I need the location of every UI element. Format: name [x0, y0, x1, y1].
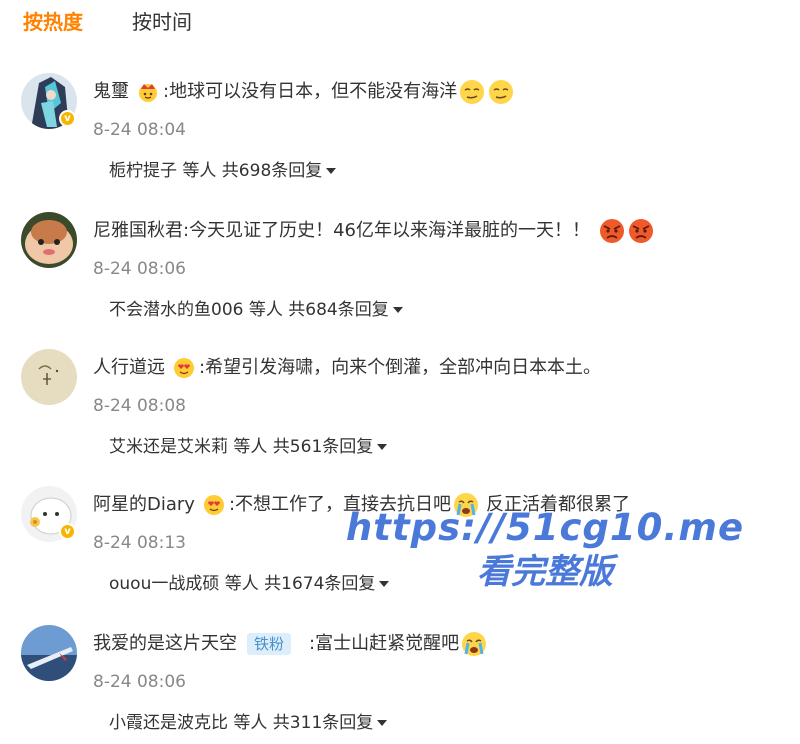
comment-text: :地球可以没有日本，但不能没有海洋: [163, 81, 458, 102]
caret-down-icon: [379, 581, 390, 587]
caret-down-icon: [326, 168, 337, 174]
comment-time: 8-24 08:13: [93, 533, 186, 553]
comment-line: 鬼璽 :地球可以没有日本，但不能没有海洋: [93, 76, 515, 108]
heart-eyes-emoji-icon: [174, 358, 194, 378]
username[interactable]: 我爱的是这片天空: [93, 628, 237, 660]
comment-text: :希望引发海啸，向来个倒灌，全部冲向日本本土。: [199, 357, 602, 378]
replies-toggle[interactable]: ouou一战成硕 等人 共1674条回复: [109, 572, 390, 596]
caret-down-icon: [392, 307, 403, 313]
caret-down-icon: [377, 444, 388, 450]
comment-item: 我爱的是这片天空 铁粉 :富士山赶紧觉醒吧 8-24 08:06 小霞还是波克比…: [0, 625, 800, 744]
replies-toggle[interactable]: 艾米还是艾米莉 等人 共561条回复: [109, 435, 388, 459]
avatar-image: [21, 212, 77, 268]
verified-icon: v: [59, 110, 76, 127]
avatar[interactable]: [21, 625, 77, 681]
replies-summary: 艾米还是艾米莉 等人 共561条回复: [109, 437, 374, 457]
comment-time: 8-24 08:04: [93, 120, 186, 140]
tab-sort-by-hot[interactable]: 按热度: [23, 8, 83, 36]
comment-text: :今天见证了历史！46亿年以来海洋最脏的一天！！: [183, 220, 590, 241]
username[interactable]: 尼雅国秋君: [93, 215, 183, 247]
crown-emoji-icon: [139, 84, 157, 102]
comment-time: 8-24 08:06: [93, 259, 186, 279]
heart-eyes-emoji-icon: [203, 495, 224, 515]
smirk-emoji-icon: [460, 80, 485, 104]
avatar[interactable]: [21, 349, 77, 405]
replies-summary: 不会潜水的鱼006 等人 共684条回复: [109, 300, 389, 320]
verified-icon: v: [59, 523, 76, 540]
comment-line: 阿星的Diary :不想工作了，直接去抗日吧 反正活着都很累了: [93, 489, 630, 521]
avatar[interactable]: [21, 212, 77, 268]
comment-time: 8-24 08:08: [93, 396, 186, 416]
replies-summary: 小霞还是波克比 等人 共311条回复: [109, 713, 374, 733]
comment-text-continued: 反正活着都很累了: [486, 494, 631, 515]
comment-text: :富士山赶紧觉醒吧: [309, 633, 460, 654]
angry-emoji-icon: [599, 219, 624, 243]
comment-item: v 鬼璽 :地球可以没有日本，但不能没有海洋 8-24 08:04 栀柠提子 等…: [0, 73, 800, 203]
comment-time: 8-24 08:06: [93, 672, 186, 692]
sort-tabs: 按热度 按时间: [23, 8, 192, 36]
comment-line: 我爱的是这片天空 铁粉 :富士山赶紧觉醒吧: [93, 628, 488, 660]
angry-emoji-icon: [628, 219, 653, 243]
replies-toggle[interactable]: 小霞还是波克比 等人 共311条回复: [109, 711, 388, 735]
replies-summary: ouou一战成硕 等人 共1674条回复: [109, 574, 376, 594]
comment-line: 尼雅国秋君 :今天见证了历史！46亿年以来海洋最脏的一天！！: [93, 215, 655, 247]
smirk-emoji-icon: [489, 80, 514, 104]
comment-item: 尼雅国秋君 :今天见证了历史！46亿年以来海洋最脏的一天！！ 8-24 08:0…: [0, 212, 800, 342]
username[interactable]: 人行道远: [93, 352, 165, 384]
username[interactable]: 阿星的Diary: [93, 489, 195, 521]
username[interactable]: 鬼璽: [93, 76, 129, 108]
replies-toggle[interactable]: 不会潜水的鱼006 等人 共684条回复: [109, 298, 403, 322]
caret-down-icon: [377, 720, 388, 726]
crying-emoji-icon: [454, 493, 479, 517]
fan-badge: 铁粉: [247, 633, 292, 655]
comment-line: 人行道远 :希望引发海啸，向来个倒灌，全部冲向日本本土。: [93, 352, 601, 384]
comment-item: v 阿星的Diary :不想工作了，直接去抗日吧 反正活着都很累了 8-24 0…: [0, 486, 800, 616]
avatar-image: [21, 349, 77, 405]
comment-text: :不想工作了，直接去抗日吧: [228, 494, 452, 515]
replies-toggle[interactable]: 栀柠提子 等人 共698条回复: [109, 159, 337, 183]
comment-item: 人行道远 :希望引发海啸，向来个倒灌，全部冲向日本本土。 8-24 08:08 …: [0, 349, 800, 479]
replies-summary: 栀柠提子 等人 共698条回复: [109, 161, 323, 181]
avatar-image: [21, 625, 77, 681]
comment-page: 按热度 按时间 v 鬼璽 :地球可以没有日本，但不能没有海洋 8-24 08:0…: [0, 0, 800, 744]
crying-emoji-icon: [462, 632, 487, 656]
tab-sort-by-time[interactable]: 按时间: [132, 8, 192, 36]
